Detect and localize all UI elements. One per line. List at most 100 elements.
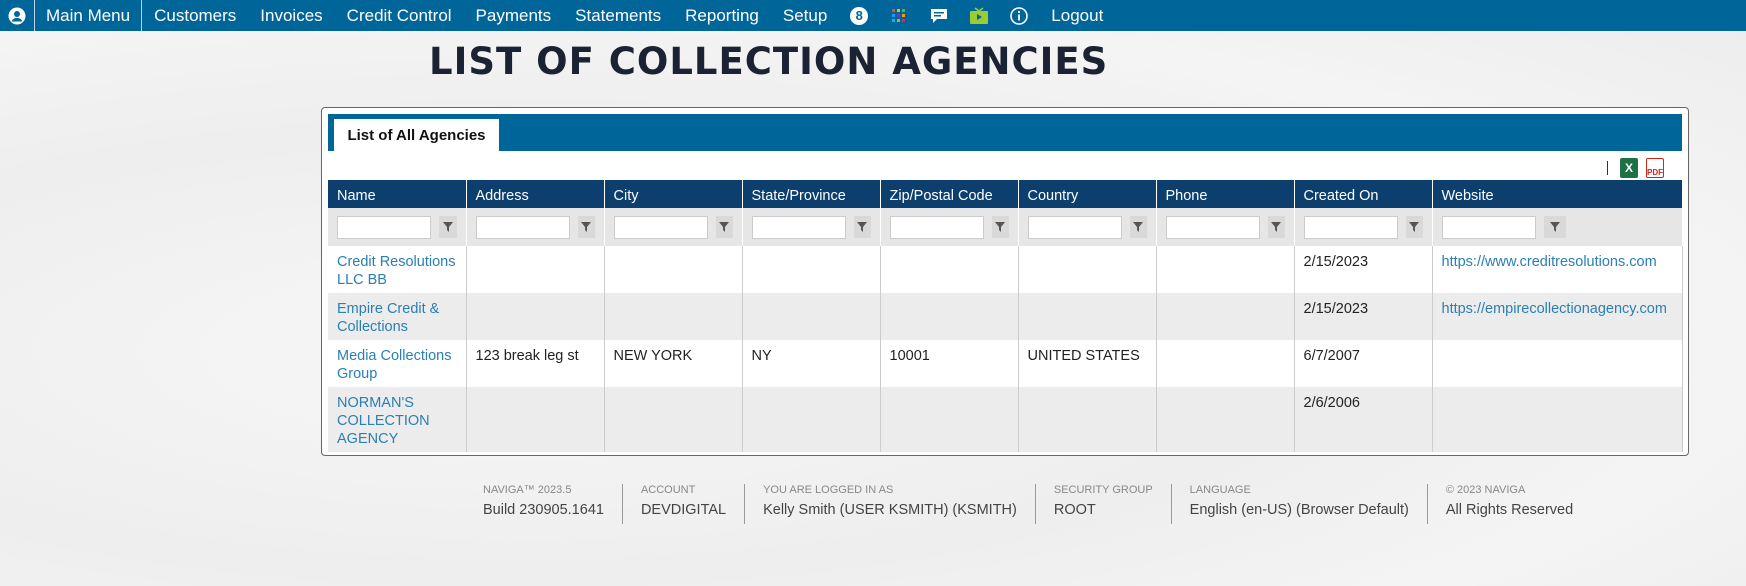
nav-invoices[interactable]: Invoices xyxy=(248,0,334,31)
col-header-zip[interactable]: Zip/Postal Code xyxy=(880,180,1019,208)
col-header-phone[interactable]: Phone xyxy=(1156,180,1295,208)
filter-cell xyxy=(1156,208,1295,246)
cell-name: NORMAN'S COLLECTION AGENCY xyxy=(328,387,467,452)
notification-badge[interactable]: 8 xyxy=(839,0,879,31)
website-link[interactable]: https://empirecollectionagency.com xyxy=(1442,301,1667,317)
toolbar-divider xyxy=(1607,161,1608,175)
col-header-address[interactable]: Address xyxy=(466,180,605,208)
footer-account: ACCOUNT DEVDIGITAL xyxy=(623,484,746,524)
col-header-created-on[interactable]: Created On xyxy=(1294,180,1433,208)
filter-cell xyxy=(604,208,743,246)
agency-link[interactable]: Media Collections Group xyxy=(337,348,451,382)
cell-state xyxy=(742,387,881,452)
filter-icon[interactable] xyxy=(1129,216,1147,238)
nav-customers[interactable]: Customers xyxy=(142,0,248,31)
cell-city xyxy=(604,246,743,293)
col-header-state[interactable]: State/Province xyxy=(742,180,881,208)
cell-state: NY xyxy=(742,340,881,387)
filter-icon[interactable] xyxy=(577,216,595,238)
video-tv-icon[interactable] xyxy=(959,0,999,31)
excel-export-icon[interactable]: X xyxy=(1620,158,1638,178)
user-icon[interactable] xyxy=(0,0,35,31)
filter-cell xyxy=(328,208,467,246)
cell-zip xyxy=(880,387,1019,452)
footer-version: NAVIGA™ 2023.5 Build 230905.1641 xyxy=(473,484,623,524)
nav-main-menu[interactable]: Main Menu xyxy=(35,0,143,31)
filter-cell xyxy=(880,208,1019,246)
filter-cell xyxy=(466,208,605,246)
cell-phone xyxy=(1156,340,1295,387)
footer-label: LANGUAGE xyxy=(1189,484,1251,496)
table-row: NORMAN'S COLLECTION AGENCY 2/6/2006 xyxy=(328,387,1683,452)
nav-logout[interactable]: Logout xyxy=(1039,0,1115,31)
col-header-city[interactable]: City xyxy=(604,180,743,208)
nav-payments[interactable]: Payments xyxy=(464,0,564,31)
filter-icon[interactable] xyxy=(715,216,733,238)
footer-label: NAVIGA™ 2023.5 xyxy=(483,484,572,496)
footer-language: LANGUAGE English (en-US) (Browser Default… xyxy=(1172,484,1428,524)
top-nav: Main Menu Customers Invoices Credit Cont… xyxy=(0,0,1746,31)
filter-cell xyxy=(1432,208,1683,246)
cell-website: https://www.creditresolutions.com xyxy=(1432,246,1683,293)
cell-address xyxy=(466,293,605,340)
footer: NAVIGA™ 2023.5 Build 230905.1641 ACCOUNT D… xyxy=(473,484,1591,524)
badge-count: 8 xyxy=(850,6,869,25)
footer-value: ROOT xyxy=(1053,502,1096,518)
tab-list-of-all-agencies[interactable]: List of All Agencies xyxy=(334,119,499,151)
filter-icon[interactable] xyxy=(1543,216,1566,238)
footer-copyright: © 2023 NAVIGA All Rights Reserved xyxy=(1428,484,1591,524)
cell-country: UNITED STATES xyxy=(1018,340,1157,387)
filter-input-website[interactable] xyxy=(1441,215,1536,239)
nav-statements[interactable]: Statements xyxy=(563,0,673,31)
filter-icon[interactable] xyxy=(1405,216,1423,238)
filter-input-created-on[interactable] xyxy=(1303,215,1398,239)
agency-link[interactable]: NORMAN'S COLLECTION AGENCY xyxy=(337,395,430,447)
cell-name: Empire Credit & Collections xyxy=(328,293,467,340)
cell-address xyxy=(466,246,605,293)
nav-credit-control[interactable]: Credit Control xyxy=(335,0,464,31)
chat-icon[interactable] xyxy=(919,0,959,31)
filter-cell xyxy=(1294,208,1433,246)
filter-input-state[interactable] xyxy=(751,215,846,239)
footer-logged-in: YOU ARE LOGGED IN AS Kelly Smith (USER KS… xyxy=(745,484,1036,524)
table-row: Media Collections Group 123 break leg st… xyxy=(328,340,1683,387)
agency-link[interactable]: Credit Resolutions LLC BB xyxy=(337,254,455,288)
col-header-website[interactable]: Website xyxy=(1432,180,1683,208)
filter-input-phone[interactable] xyxy=(1165,215,1260,239)
footer-value: Build 230905.1641 xyxy=(483,502,604,518)
filter-input-country[interactable] xyxy=(1027,215,1122,239)
filter-icon[interactable] xyxy=(1267,216,1285,238)
filter-row xyxy=(328,208,1683,246)
pdf-export-icon[interactable]: PDF xyxy=(1646,158,1664,178)
cell-zip: 10001 xyxy=(880,340,1019,387)
cell-phone xyxy=(1156,387,1295,452)
cell-phone xyxy=(1156,246,1295,293)
footer-label: © 2023 NAVIGA xyxy=(1445,484,1526,496)
agencies-table: Name Address City State/Province Zip/Pos… xyxy=(328,180,1683,452)
col-header-country[interactable]: Country xyxy=(1018,180,1157,208)
info-icon[interactable] xyxy=(999,0,1039,31)
filter-icon[interactable] xyxy=(991,216,1009,238)
filter-cell xyxy=(742,208,881,246)
filter-icon[interactable] xyxy=(439,216,457,238)
footer-security-group: SECURITY GROUP ROOT xyxy=(1036,484,1172,524)
filter-icon[interactable] xyxy=(853,216,871,238)
col-header-name[interactable]: Name xyxy=(328,180,467,208)
export-toolbar: X PDF xyxy=(1607,156,1664,180)
filter-input-city[interactable] xyxy=(613,215,708,239)
cell-address: 123 break leg st xyxy=(466,340,605,387)
cell-created-on: 2/15/2023 xyxy=(1294,246,1433,293)
cell-state xyxy=(742,246,881,293)
website-link[interactable]: https://www.creditresolutions.com xyxy=(1442,254,1657,270)
filter-input-address[interactable] xyxy=(475,215,570,239)
footer-label: YOU ARE LOGGED IN AS xyxy=(763,484,894,496)
filter-input-zip[interactable] xyxy=(889,215,984,239)
nav-reporting[interactable]: Reporting xyxy=(673,0,771,31)
cell-country xyxy=(1018,246,1157,293)
cell-zip xyxy=(880,246,1019,293)
filter-input-name[interactable] xyxy=(337,215,431,239)
apps-grid-icon[interactable] xyxy=(879,0,919,31)
agency-link[interactable]: Empire Credit & Collections xyxy=(337,301,439,335)
nav-setup[interactable]: Setup xyxy=(771,0,839,31)
cell-phone xyxy=(1156,293,1295,340)
